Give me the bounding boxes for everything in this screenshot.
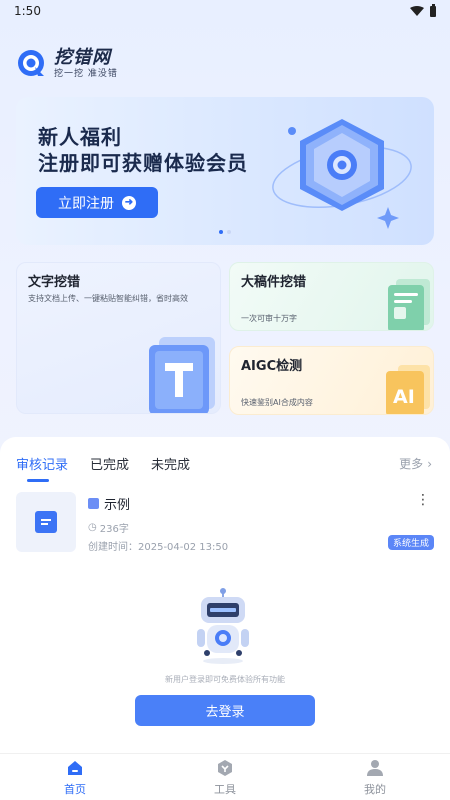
record-created-time: 创建时间：2025-04-02 13:50 <box>88 542 229 553</box>
system-generated-badge: 系统生成 <box>387 535 434 550</box>
brand-slogan: 挖一挖 准没错 <box>54 69 118 79</box>
carousel-dot <box>227 230 231 234</box>
carousel-dot <box>219 230 223 234</box>
battery-icon <box>430 3 436 17</box>
nav-mine-label: 我的 <box>364 782 386 796</box>
aigc-title: AIGC检测 <box>241 359 303 374</box>
app-logo: 挖错网 挖一挖 准没错 <box>16 48 118 80</box>
document-icon <box>88 498 99 509</box>
banner-title: 新人福利 <box>38 125 122 149</box>
more-label: 更多 <box>399 457 424 471</box>
status-bar: 1:50 <box>0 0 450 22</box>
empty-state-text: 新用户登录即可免费体验所有功能 <box>165 675 285 684</box>
tools-icon <box>218 759 232 776</box>
stacked-documents-icon <box>388 279 430 330</box>
ai-document-icon: AI <box>386 365 430 414</box>
big-doc-check-card[interactable]: 大稿件挖错 一次可审十万字 <box>229 262 434 331</box>
nav-tools[interactable]: 工具 <box>150 754 300 800</box>
robot-illustration <box>197 588 249 664</box>
text-check-title: 文字挖错 <box>28 275 81 290</box>
aigc-detect-card[interactable]: AIGC检测 快速鉴别AI合成内容 AI <box>229 346 434 415</box>
status-time: 1:50 <box>14 4 41 18</box>
record-thumbnail <box>16 492 76 552</box>
text-document-icon <box>149 337 215 413</box>
more-link[interactable]: 更多 › <box>399 455 432 472</box>
promo-banner[interactable]: 新人福利 注册即可获赠体验会员 立即注册 ➜ <box>16 97 434 245</box>
home-icon <box>68 760 82 775</box>
tab-review-records[interactable]: 审核记录 <box>16 454 68 473</box>
chevron-right-icon: › <box>427 456 432 471</box>
record-word-count: 236字 <box>99 524 129 535</box>
document-icon <box>35 511 57 533</box>
record-title: 示例 <box>104 498 131 513</box>
carousel-indicator <box>16 230 434 234</box>
nav-mine[interactable]: 我的 <box>300 754 450 800</box>
more-options-icon[interactable]: ⋮ <box>416 492 430 508</box>
record-item[interactable]: 示例 ◷ 236字 创建时间：2025-04-02 13:50 ⋮ 系统生成 <box>16 492 434 554</box>
register-button[interactable]: 立即注册 ➜ <box>36 187 158 218</box>
clock-icon: ◷ <box>88 522 97 533</box>
big-doc-desc: 一次可审十万字 <box>241 314 297 323</box>
text-check-card[interactable]: 文字挖错 支持文档上传、一键粘贴智能纠错，省时高效 <box>16 262 221 414</box>
register-button-label: 立即注册 <box>58 194 114 211</box>
logo-icon <box>18 50 44 76</box>
tab-incomplete[interactable]: 未完成 <box>151 454 190 473</box>
svg-text:AI: AI <box>393 386 415 408</box>
brand-name: 挖错网 <box>54 47 111 68</box>
nav-tools-label: 工具 <box>214 782 236 796</box>
wifi-icon <box>410 6 424 16</box>
user-icon <box>367 759 383 776</box>
banner-subtitle: 注册即可获赠体验会员 <box>38 151 248 175</box>
tab-completed[interactable]: 已完成 <box>90 454 129 473</box>
aigc-desc: 快速鉴别AI合成内容 <box>241 398 313 407</box>
text-check-desc: 支持文档上传、一键粘贴智能纠错，省时高效 <box>28 294 188 303</box>
big-doc-title: 大稿件挖错 <box>241 275 307 290</box>
records-panel: 审核记录 已完成 未完成 更多 › 示例 ◷ 236字 创建时间：2025-04… <box>0 437 450 753</box>
bottom-navigation: 首页 工具 我的 <box>0 753 450 800</box>
login-button[interactable]: 去登录 <box>135 695 315 726</box>
arrow-right-icon: ➜ <box>122 195 136 210</box>
nav-home-label: 首页 <box>64 782 86 796</box>
record-tabs: 审核记录 已完成 未完成 <box>16 454 190 473</box>
nav-home[interactable]: 首页 <box>0 754 150 800</box>
hexagon-logo-illustration <box>272 119 412 229</box>
active-tab-indicator <box>27 479 49 482</box>
